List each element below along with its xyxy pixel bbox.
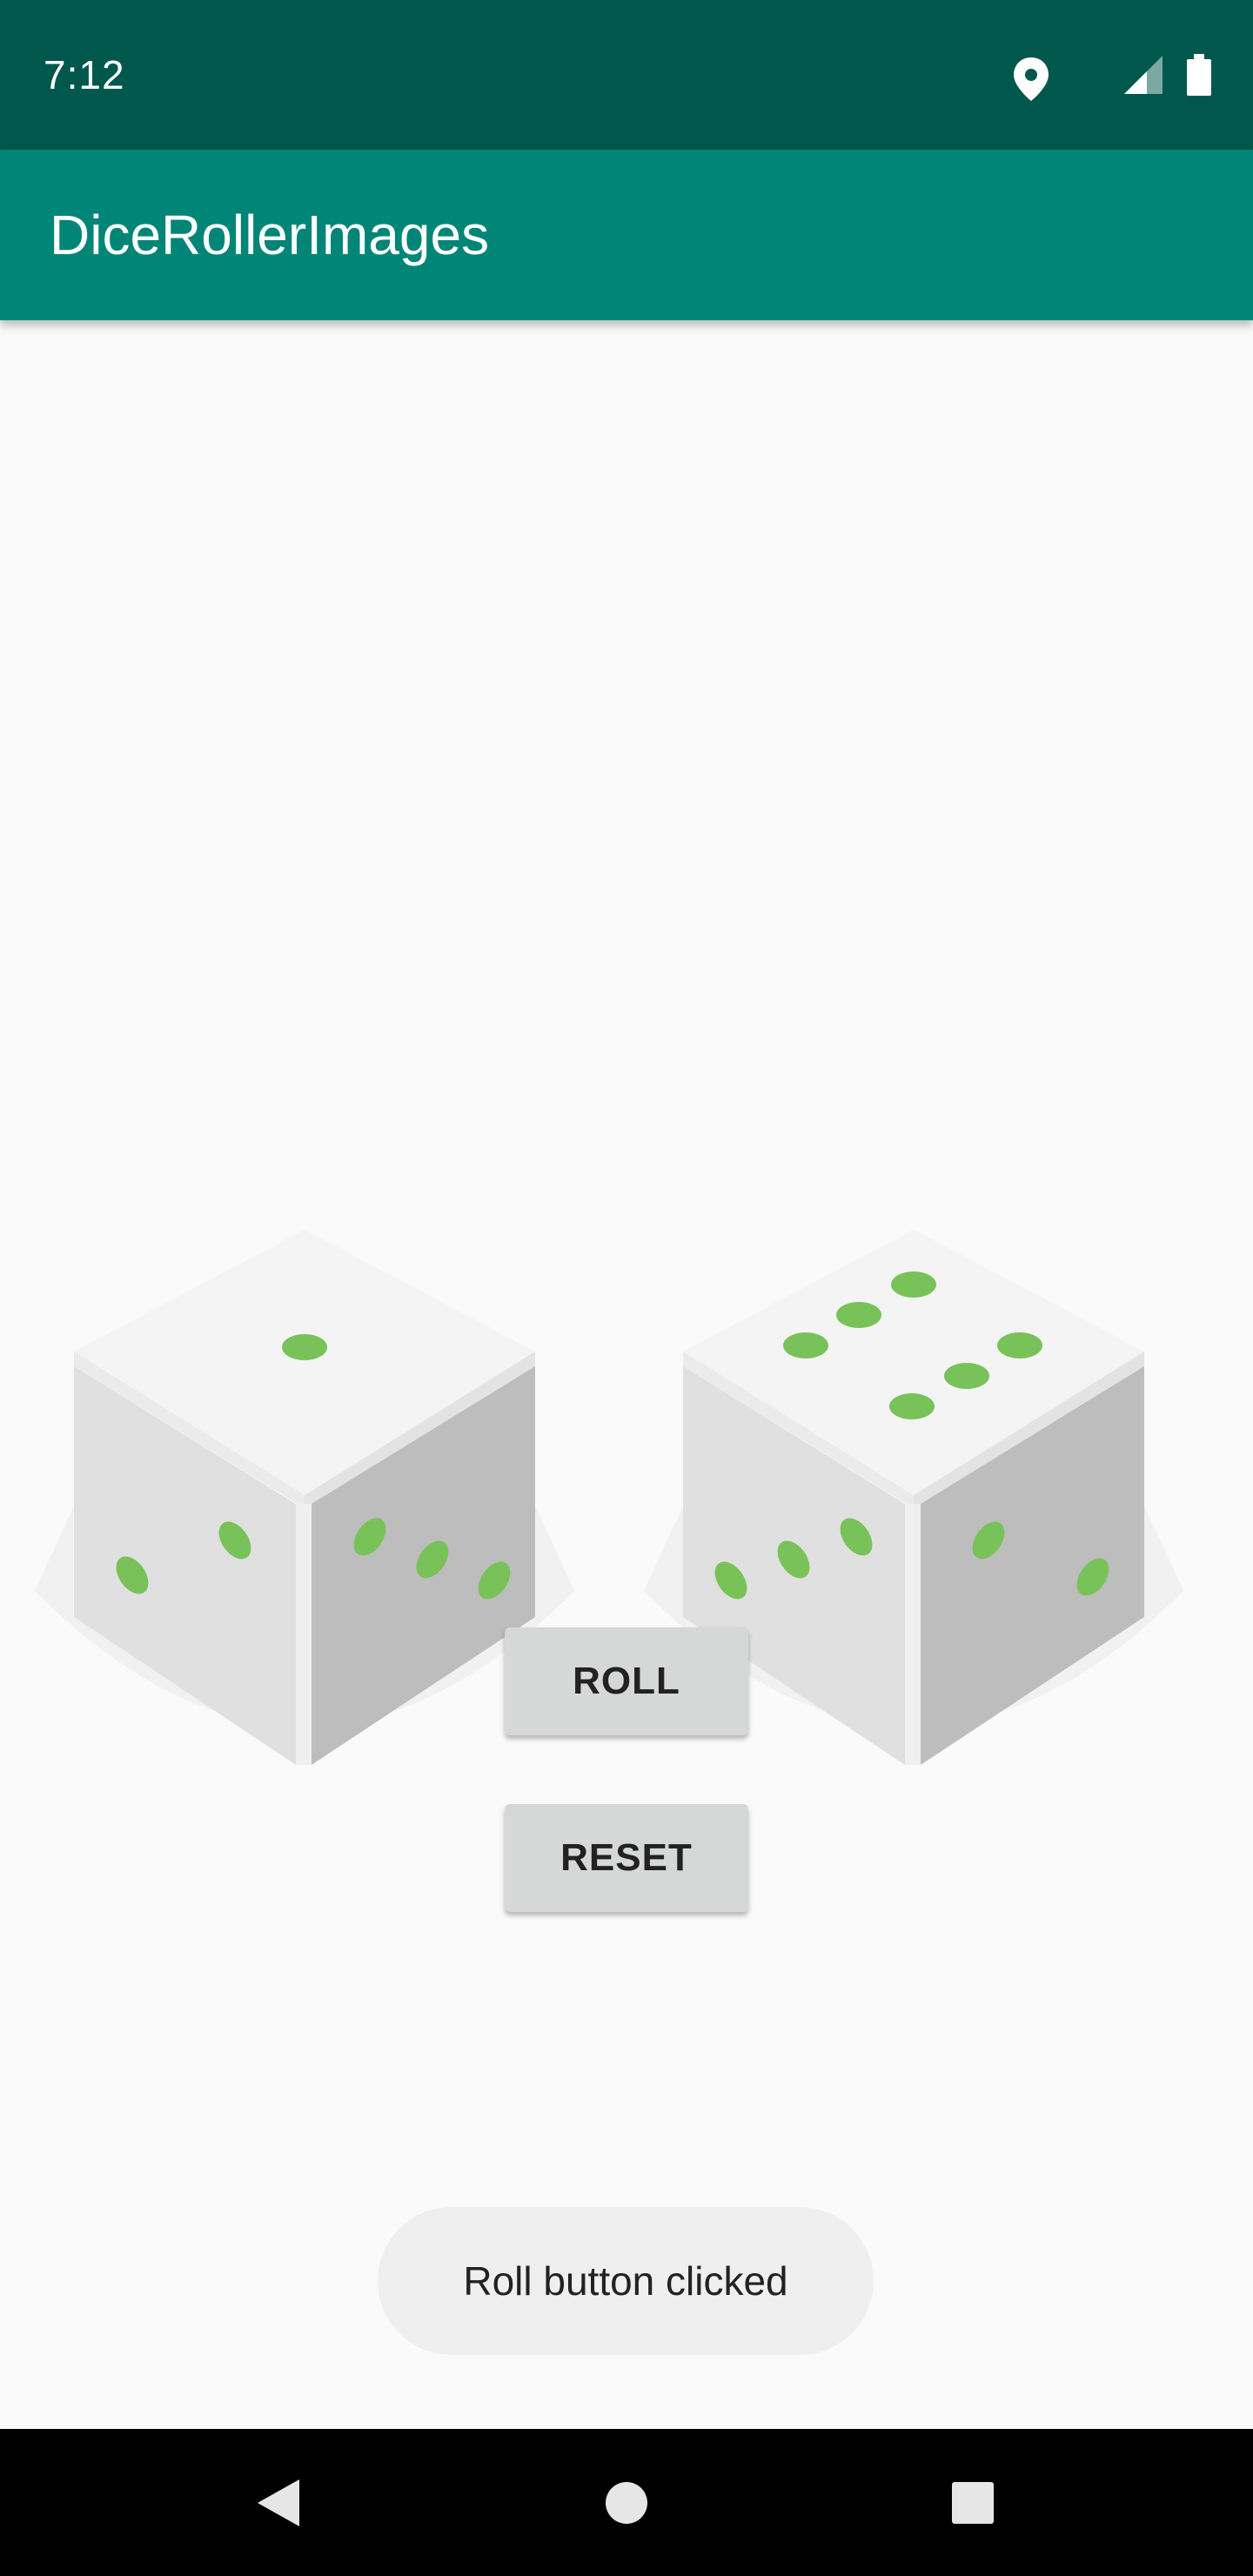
status-time: 7:12 <box>44 52 125 97</box>
die-edge <box>296 1504 312 1765</box>
die-edge <box>905 1504 921 1765</box>
main-content: ROLL RESET Roll button clicked <box>0 320 1253 2429</box>
status-icons <box>992 0 1253 150</box>
back-icon[interactable] <box>238 2464 317 2542</box>
signal-icon <box>1124 56 1163 94</box>
navigation-bar <box>0 2429 1253 2576</box>
app-title: DiceRollerImages <box>50 204 490 266</box>
die-pip <box>997 1332 1042 1358</box>
die-pip <box>836 1302 881 1328</box>
die-pip <box>891 1271 936 1298</box>
die-pip <box>944 1363 989 1389</box>
home-icon[interactable] <box>587 2464 666 2542</box>
roll-button[interactable]: ROLL <box>505 1627 748 1735</box>
die-pip <box>889 1393 935 1419</box>
die-pip <box>282 1334 327 1360</box>
recents-icon[interactable] <box>934 2464 1012 2542</box>
app-bar: DiceRollerImages <box>0 150 1253 320</box>
location-icon <box>1014 57 1049 101</box>
die-pip <box>783 1332 828 1358</box>
reset-button[interactable]: RESET <box>505 1804 748 1912</box>
status-bar: 7:12 <box>0 0 1253 150</box>
toast-message: Roll button clicked <box>378 2207 874 2355</box>
left-die-image <box>35 1230 574 1765</box>
battery-icon <box>1187 54 1211 96</box>
